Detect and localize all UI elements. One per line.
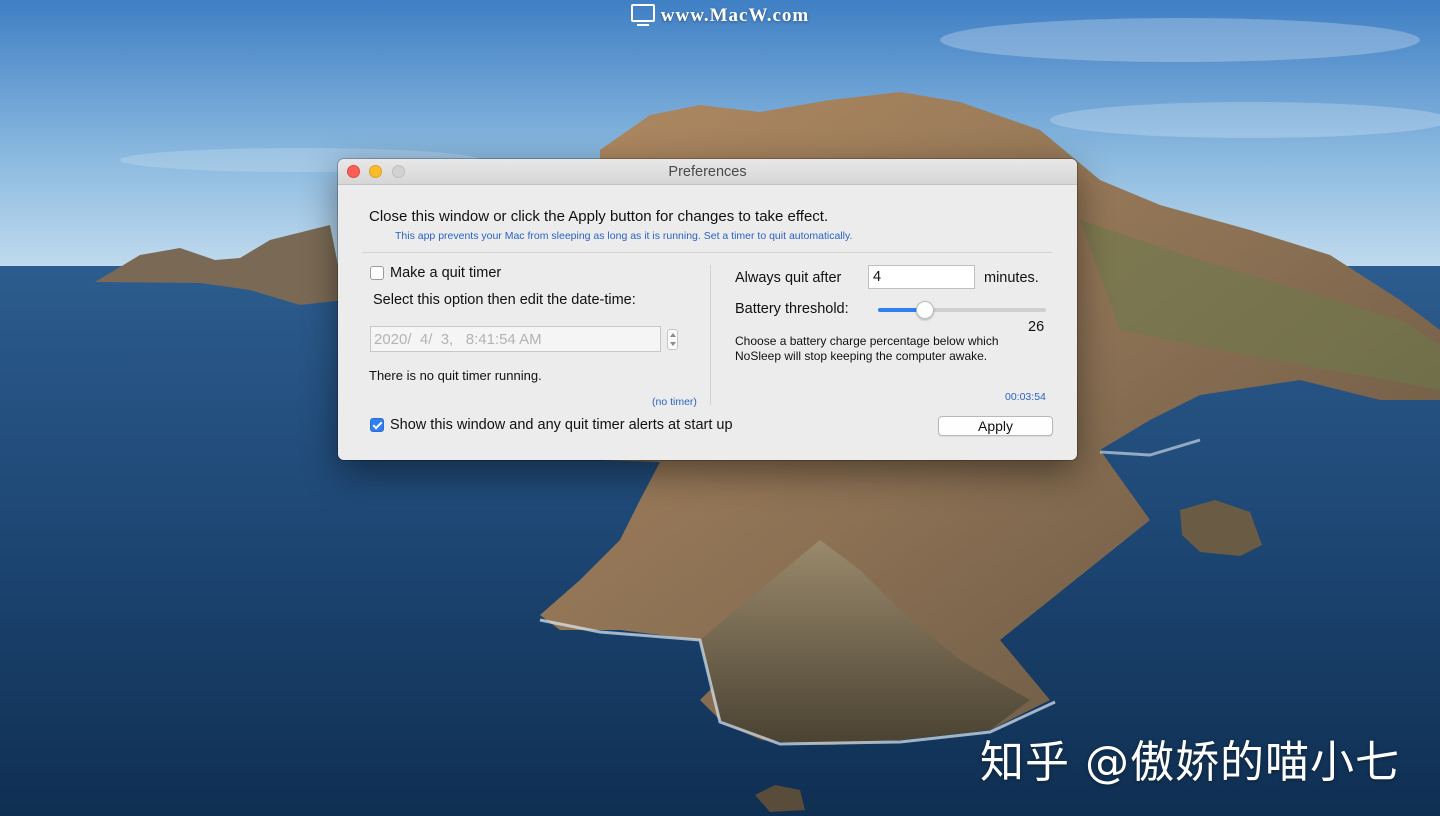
- always-quit-label: Always quit after: [735, 270, 842, 286]
- preferences-window: Preferences Close this window or click t…: [338, 159, 1077, 460]
- stepper-up-icon[interactable]: [670, 333, 676, 337]
- monitor-icon: [630, 4, 655, 26]
- show-at-startup-checkbox[interactable]: [370, 418, 384, 432]
- vertical-divider: [710, 265, 711, 405]
- battery-help-line-2: NoSleep will stop keeping the computer a…: [735, 349, 988, 363]
- stepper-down-icon[interactable]: [670, 342, 676, 346]
- battery-threshold-help: Choose a battery charge percentage below…: [735, 334, 1035, 364]
- title-bar[interactable]: Preferences: [338, 159, 1077, 185]
- date-time-stepper[interactable]: [667, 329, 678, 350]
- quit-date-time-field[interactable]: 2020/ 4/ 3, 8:41:54 AM: [370, 326, 661, 352]
- battery-help-line-1: Choose a battery charge percentage below…: [735, 334, 999, 348]
- battery-threshold-label: Battery threshold:: [735, 301, 849, 317]
- minutes-unit-label: minutes.: [984, 270, 1039, 286]
- apply-button[interactable]: Apply: [938, 416, 1053, 436]
- sub-message: This app prevents your Mac from sleeping…: [395, 230, 853, 242]
- battery-threshold-slider[interactable]: [878, 300, 1046, 320]
- timer-countdown-label: (no timer): [652, 396, 697, 408]
- battery-threshold-value: 26: [1028, 319, 1045, 335]
- watermark-bottom: 知乎 @傲娇的喵小七: [980, 737, 1400, 788]
- slider-thumb[interactable]: [916, 301, 935, 319]
- window-title: Preferences: [668, 164, 747, 180]
- watermark-top: www.MacW.com: [0, 4, 1440, 27]
- main-message: Close this window or click the Apply but…: [369, 208, 829, 225]
- quit-timer-status: There is no quit timer running.: [369, 368, 542, 383]
- horizontal-divider: [362, 252, 1052, 253]
- always-quit-minutes-input[interactable]: [868, 265, 975, 289]
- make-quit-timer-checkbox[interactable]: [370, 266, 384, 280]
- date-time-instructions: Select this option then edit the date-ti…: [373, 292, 636, 308]
- show-at-startup-label[interactable]: Show this window and any quit timer aler…: [390, 417, 733, 433]
- elapsed-time: 00:03:54: [1005, 391, 1046, 403]
- watermark-top-text: www.MacW.com: [660, 5, 810, 26]
- make-quit-timer-label[interactable]: Make a quit timer: [390, 265, 501, 281]
